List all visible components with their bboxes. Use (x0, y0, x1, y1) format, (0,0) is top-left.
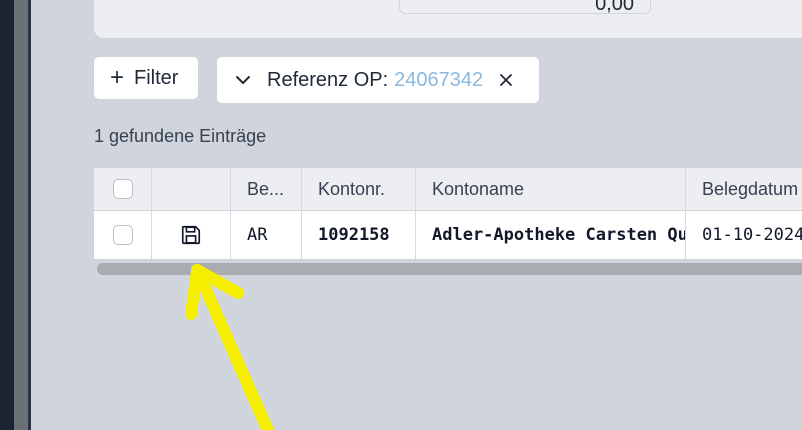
chevron-down-icon[interactable] (233, 70, 253, 90)
cell-kontoname: Adler-Apotheke Carsten Qu (416, 211, 686, 259)
header-belegart[interactable]: Be... (231, 168, 302, 210)
header-actions (152, 168, 231, 210)
save-icon[interactable] (180, 224, 202, 246)
table-header: Be... Kontonr. Kontoname Belegdatum (94, 168, 802, 211)
horizontal-scrollbar[interactable] (97, 263, 802, 275)
amount-field[interactable]: 0,00 (399, 0, 651, 15)
app-root: 0,00 + Filter Referenz OP: 24067342 1 ge… (0, 0, 802, 430)
sidebar-edge (0, 0, 14, 430)
amount-value: 0,00 (595, 0, 634, 15)
close-icon[interactable] (499, 73, 513, 87)
table-row[interactable]: AR 1092158 Adler-Apotheke Carsten Qu 01-… (94, 211, 802, 259)
header-kontoname[interactable]: Kontoname (416, 168, 686, 210)
filter-chip-label: Referenz OP: (267, 68, 389, 91)
add-filter-label: Filter (134, 66, 179, 89)
cell-belegart: AR (231, 211, 302, 259)
row-action-cell (152, 211, 231, 259)
plus-icon: + (110, 64, 125, 91)
sidebar-divider (28, 0, 31, 430)
add-filter-button[interactable]: + Filter (94, 57, 198, 99)
header-belegdatum[interactable]: Belegdatum (686, 168, 802, 210)
result-count: 1 gefundene Einträge (94, 126, 267, 146)
select-all-checkbox[interactable] (112, 179, 133, 199)
header-select-all (94, 168, 152, 210)
sidebar-edge-shadow (14, 0, 28, 430)
summary-panel: 0,00 (94, 0, 802, 38)
results-table: Be... Kontonr. Kontoname Belegdatum AR 1… (94, 168, 802, 260)
filter-chip-value: 24067342 (394, 68, 484, 91)
cell-belegdatum: 01-10-2024 (702, 225, 802, 245)
row-select-cell (94, 211, 152, 259)
cell-kontonr: 1092158 (302, 211, 416, 259)
row-checkbox[interactable] (112, 225, 133, 245)
header-kontonr[interactable]: Kontonr. (302, 168, 416, 210)
filter-chip-referenz-op[interactable]: Referenz OP: 24067342 (217, 57, 539, 103)
